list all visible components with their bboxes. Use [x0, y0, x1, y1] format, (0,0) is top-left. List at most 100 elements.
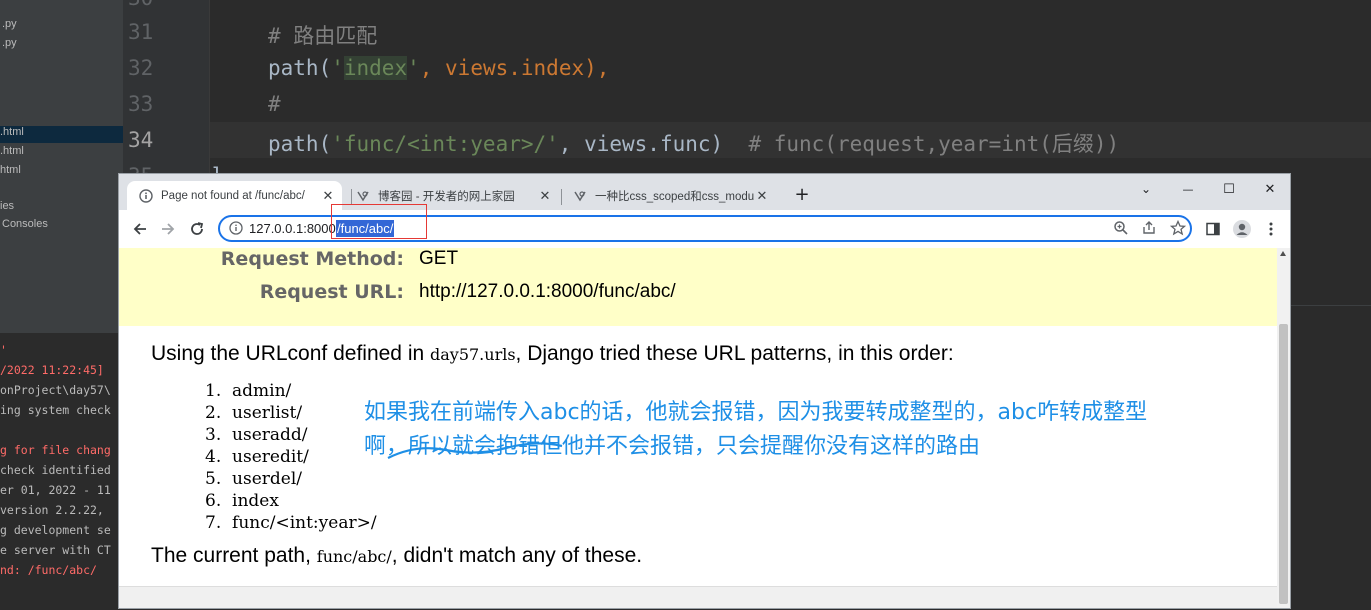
url-pattern-item: 3. useradd/ [205, 425, 308, 445]
cnblogs-favicon-icon [356, 189, 370, 203]
request-method-label: Request Method: [220, 248, 404, 270]
new-tab-button[interactable]: + [787, 183, 817, 205]
strike-scribble [387, 442, 563, 459]
urlconf-intro: Using the URLconf defined in day57.urls,… [151, 342, 954, 366]
code-line-32: path('index', views.index), [268, 56, 609, 80]
line-number: 32 [128, 56, 154, 80]
zoom-icon[interactable] [1113, 220, 1129, 239]
terminal-line: e server with CT [0, 543, 111, 557]
terminal-line: ing system check [0, 403, 111, 417]
request-method-value: GET [419, 248, 459, 269]
tree-item[interactable]: ies [0, 200, 14, 212]
terminal-line: /2022 11:22:45] [0, 363, 104, 377]
tree-item-consoles[interactable]: Consoles [2, 218, 48, 230]
tab-css-article[interactable]: 一种比css_scoped和css_module ✕ [561, 181, 776, 210]
terminal-line: er 01, 2022 - 11 [0, 483, 111, 497]
pattern-text: index [232, 491, 279, 511]
annotation-text-line2: 啊，所以就会抱错 但他并不会报错，只会提醒你没有这样的路由 [364, 428, 980, 460]
page-content: Using the URLconf defined in day57.urls,… [119, 326, 1277, 608]
tab-title: Page not found at /func/abc/ [161, 189, 305, 202]
code-token: ' [331, 56, 344, 80]
globe-icon [139, 188, 153, 203]
no-match-message: The current path, func/abc/, didn't matc… [151, 544, 642, 568]
terminal-line: check identified [0, 463, 111, 477]
tab-strip: Page not found at /func/abc/ ✕ 博客园 - 开发者… [119, 174, 1290, 210]
back-button[interactable] [128, 218, 152, 240]
terminal-line: version 2.2.22, [0, 503, 104, 517]
line-number: 30 [128, 0, 153, 10]
pattern-index: 6. [205, 491, 233, 511]
url-pattern-item: 1. admin/ [205, 381, 291, 401]
tab-close-icon[interactable]: ✕ [754, 188, 770, 204]
minimize-button[interactable]: — [1173, 178, 1203, 200]
kebab-menu-icon[interactable] [1261, 219, 1281, 239]
terminal-line: g development se [0, 523, 111, 537]
pattern-text: useredit/ [232, 447, 309, 467]
tab-page-not-found[interactable]: Page not found at /func/abc/ ✕ [127, 181, 342, 210]
browser-toolbar: 127.0.0.1:8000 /func/abc/ [119, 210, 1290, 249]
tree-item[interactable]: html [0, 164, 21, 176]
url-pattern-item: 2. userlist/ [205, 403, 302, 423]
terminal-line: onProject\day57\ [0, 383, 111, 397]
request-url-value: http://127.0.0.1:8000/func/abc/ [419, 281, 676, 302]
pattern-text: useradd/ [232, 425, 308, 445]
code-token: ' [407, 56, 420, 80]
nomatch-text: The current path, [151, 544, 317, 567]
line-number-current: 34 [128, 128, 154, 152]
tree-item[interactable]: .py [2, 18, 17, 30]
reload-icon [191, 222, 204, 235]
urlconf-module: day57.urls [430, 345, 516, 364]
tab-title: 一种比css_scoped和css_module [595, 190, 754, 203]
code-line-31: # 路由匹配 [268, 24, 378, 48]
cnblogs-favicon-icon [573, 189, 587, 203]
pattern-text: func/<int:year>/ [232, 513, 377, 533]
url-pattern-item: 6. index [205, 491, 279, 511]
annotation-text: 但他并不会报错，只会提醒你没有这样的路由 [540, 434, 981, 459]
code-line-33: # [268, 92, 281, 116]
tree-item[interactable]: .py [2, 37, 17, 49]
side-panel-icon[interactable] [1203, 219, 1223, 239]
line-number: 33 [128, 92, 154, 116]
pattern-text: userlist/ [232, 403, 303, 423]
arrow-right-icon [162, 223, 175, 235]
reload-button[interactable] [185, 218, 209, 240]
run-terminal[interactable]: ' /2022 11:22:45] onProject\day57\ ing syst… [0, 332, 118, 610]
scrollbar-thumb[interactable] [1279, 324, 1288, 604]
code-comment: # func(request,year=int(后缀)) [748, 132, 1120, 156]
share-icon[interactable] [1141, 220, 1157, 239]
pattern-index: 3. [205, 425, 233, 445]
pattern-text: admin/ [232, 381, 292, 401]
intro-text: , Django tried these URL patterns, in th… [515, 342, 954, 365]
pattern-index: 2. [205, 403, 233, 423]
terminal-line: ' [0, 343, 7, 357]
info-icon[interactable] [229, 221, 243, 238]
code-token-highlighted: index [343, 56, 408, 80]
tab-search-button[interactable]: ⌄ [1131, 178, 1161, 200]
url-pattern-item: 7. func/<int:year>/ [205, 513, 377, 533]
code-token: , views.func) [558, 132, 724, 156]
terminal-line: g for file chang [0, 443, 111, 457]
url-pattern-item: 5. userdel/ [205, 469, 302, 489]
scroll-up-icon[interactable] [1280, 251, 1286, 256]
code-token: , views.index), [419, 56, 610, 80]
pattern-index: 1. [205, 381, 233, 401]
code-line-34: path('func/<int:year>/', views.func) # f… [268, 128, 1119, 158]
page-footer [119, 586, 1277, 608]
tree-item-label: .html [0, 126, 24, 138]
project-panel: .py .py .html .html html ies Consoles [0, 0, 123, 332]
tab-close-icon[interactable]: ✕ [320, 188, 336, 204]
tree-item-selected[interactable]: .html [0, 126, 123, 143]
tab-close-icon[interactable]: ✕ [537, 188, 553, 204]
pattern-text: userdel/ [232, 469, 302, 489]
scrollbar[interactable] [1277, 248, 1290, 608]
bookmark-star-icon[interactable] [1169, 219, 1187, 239]
browser-window: Page not found at /func/abc/ ✕ 博客园 - 开发者… [118, 173, 1291, 609]
tree-item[interactable]: .html [0, 145, 24, 157]
maximize-button[interactable]: ☐ [1214, 178, 1244, 200]
terminal-line: nd: /func/abc/ [0, 563, 97, 577]
close-window-button[interactable]: ✕ [1255, 178, 1285, 200]
code-token: path( [268, 56, 332, 80]
profile-avatar[interactable] [1232, 219, 1252, 239]
line-number: 31 [128, 20, 154, 44]
forward-button[interactable] [156, 218, 180, 240]
